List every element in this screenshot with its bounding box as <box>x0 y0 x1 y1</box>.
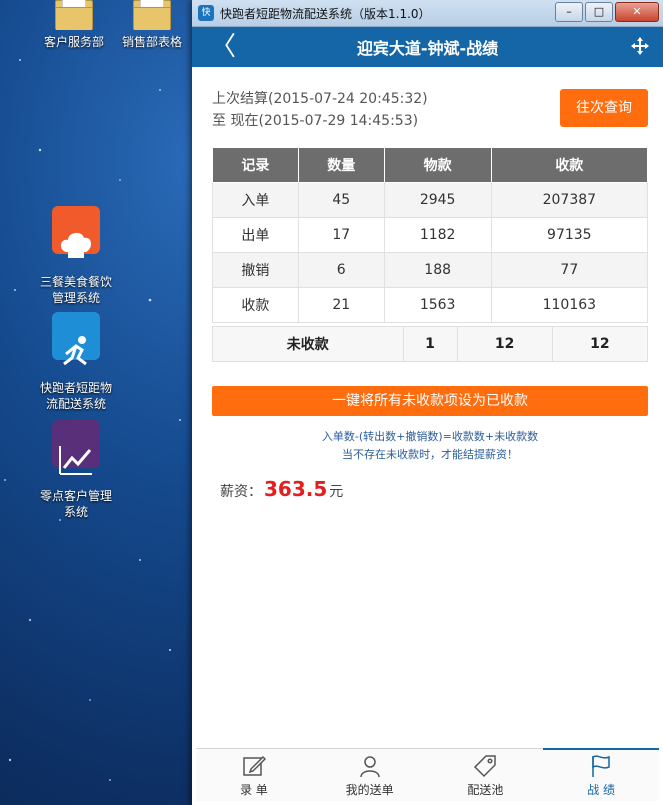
settlement-period: 上次结算(2015-07-24 20:45:32) 至 现在(2015-07-2… <box>212 88 428 132</box>
table-cell: 97135 <box>490 217 649 253</box>
flag-icon <box>592 755 610 777</box>
mark-all-paid-button[interactable]: 一键将所有未收款项设为已收款 <box>212 386 648 416</box>
unpaid-row: 未收款 1 12 12 <box>212 326 649 362</box>
content-area: 上次结算(2015-07-24 20:45:32) 至 现在(2015-07-2… <box>192 0 663 805</box>
table-cell: 1563 <box>383 287 492 323</box>
table-cell: 77 <box>490 252 649 288</box>
table-cell: 6 <box>297 252 385 288</box>
table-header-row: 记录 数量 物款 收款 <box>212 147 649 183</box>
unpaid-collect: 12 <box>551 326 649 362</box>
table-row: 出单 17 1182 97135 <box>212 217 649 253</box>
bottom-tab-bar: 录 单 我的送单 配送池 战 绩 <box>196 748 659 801</box>
stats-table: 记录 数量 物款 收款 入单 45 2945 207387 出单 17 1182… <box>212 147 649 323</box>
tab-achievements[interactable]: 战 绩 <box>543 748 659 801</box>
user-icon <box>359 756 380 778</box>
current-time: 至 现在(2015-07-29 14:45:53) <box>212 113 419 129</box>
folder-icon <box>133 0 171 30</box>
table-cell: 45 <box>297 182 385 218</box>
tab-label: 战 绩 <box>587 783 616 797</box>
tab-label: 我的送单 <box>345 783 394 797</box>
tab-entry[interactable]: 录 单 <box>196 749 312 801</box>
tag-icon <box>474 755 497 778</box>
salary-unit: 元 <box>329 484 344 500</box>
desktop-icon-label: 销售部表格 <box>121 35 182 49</box>
table-row: 入单 45 2945 207387 <box>212 182 649 218</box>
unpaid-goods: 12 <box>456 326 553 362</box>
tab-label: 录 单 <box>239 783 268 797</box>
folder-icon <box>55 0 93 30</box>
desktop-icon-label: 零点客户管理 系统 <box>39 489 112 519</box>
tab-label: 配送池 <box>467 783 504 797</box>
table-cell: 2945 <box>383 182 492 218</box>
desktop-icon-sales-sheet[interactable]: 销售部表格 <box>102 0 202 50</box>
column-header: 收款 <box>490 147 649 183</box>
table-cell: 17 <box>297 217 385 253</box>
table-cell: 撤销 <box>212 252 299 288</box>
unpaid-summary-table: 未收款 1 12 12 <box>212 326 649 362</box>
unpaid-count: 1 <box>402 326 458 362</box>
table-cell: 188 <box>383 252 492 288</box>
column-header: 物款 <box>383 147 492 183</box>
chart-icon <box>52 420 100 475</box>
tab-delivery-pool[interactable]: 配送池 <box>428 749 544 801</box>
table-cell: 收款 <box>212 287 299 323</box>
chef-hat-icon <box>52 206 100 258</box>
salary-amount: 363.5 <box>264 477 328 501</box>
desktop-icon-crm[interactable]: 零点客户管理 系统 <box>26 404 126 536</box>
tab-my-deliveries[interactable]: 我的送单 <box>312 749 428 801</box>
table-cell: 21 <box>297 287 385 323</box>
unpaid-label: 未收款 <box>212 326 404 362</box>
runner-icon <box>52 312 100 366</box>
salary-label: 薪资： <box>220 484 262 500</box>
history-query-button[interactable]: 往次查询 <box>560 89 648 127</box>
formula-note: 入单数-(转出数+撤销数)=收款数+未收款数 当不存在未收款时，才能结提薪资！ <box>212 428 648 464</box>
table-cell: 出单 <box>212 217 299 253</box>
table-cell: 1182 <box>383 217 492 253</box>
formula-line: 入单数-(转出数+撤销数)=收款数+未收款数 <box>321 430 539 443</box>
column-header: 数量 <box>297 147 385 183</box>
last-settlement: 上次结算(2015-07-24 20:45:32) <box>212 91 428 107</box>
table-cell: 207387 <box>490 182 649 218</box>
table-cell: 入单 <box>212 182 299 218</box>
table-row: 收款 21 1563 110163 <box>212 287 649 323</box>
formula-warning: 当不存在未收款时，才能结提薪资！ <box>342 448 518 461</box>
salary: 薪资： 363.5 元 <box>220 477 343 501</box>
table-row: 撤销 6 188 77 <box>212 252 649 288</box>
table-cell: 110163 <box>490 287 649 323</box>
column-header: 记录 <box>212 147 299 183</box>
edit-icon <box>243 755 266 776</box>
